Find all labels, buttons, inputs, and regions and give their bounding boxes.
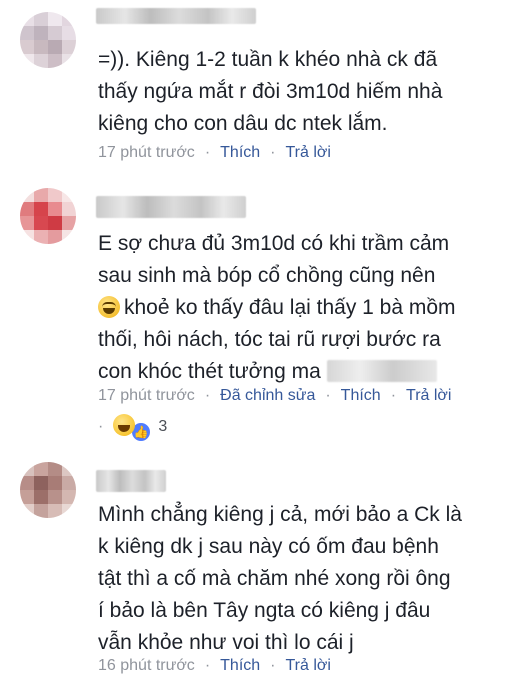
like-button[interactable]: Thích xyxy=(220,144,260,161)
comment-line: =)). Kiêng 1-2 tuần k khéo nhà ck đã xyxy=(98,48,438,71)
comment-line: E sợ chưa đủ 3m10d có khi trầm cảm xyxy=(98,232,450,255)
comment-line: tật thì a cố mà chăm nhé xong rồi ông xyxy=(98,567,451,590)
comment-line: í bảo là bên Tây ngta có kiêng j đâu xyxy=(98,599,431,622)
author-name-blurred[interactable] xyxy=(96,470,166,492)
comment-text: E sợ chưa đủ 3m10d có khi trầm cảm sau s… xyxy=(98,228,498,388)
avatar[interactable] xyxy=(20,12,76,68)
timestamp[interactable]: 17 phút trước xyxy=(98,144,195,161)
comment-line: Mình chẳng kiêng j cả, mới bảo a Ck là xyxy=(98,503,462,526)
like-button[interactable]: Thích xyxy=(341,387,381,404)
comment-line: con khóc thét tưởng ma xyxy=(98,356,498,388)
comment-line: k kiêng dk j sau này có ốm đau bệnh xyxy=(98,535,439,558)
comment-text: Mình chẳng kiêng j cả, mới bảo a Ck là k… xyxy=(98,499,498,659)
comment-line-text: khoẻ ko thấy đâu lại thấy 1 bà mồm xyxy=(124,296,456,319)
separator-dot: · xyxy=(390,387,397,404)
comment-text: =)). Kiêng 1-2 tuần k khéo nhà ck đã thấ… xyxy=(98,44,498,140)
author-name-blurred[interactable] xyxy=(96,8,256,24)
reply-button[interactable]: Trả lời xyxy=(285,144,330,161)
separator-dot: · xyxy=(270,657,276,674)
comment-meta: 17 phút trước · Đã chỉnh sửa · Thích · Trả lời xyxy=(98,386,451,406)
timestamp[interactable]: 17 phút trước xyxy=(98,387,195,404)
comment-line: sau sinh mà bóp cổ chồng cũng nên xyxy=(98,264,436,287)
separator-dot: · xyxy=(270,144,276,161)
comment-line: khoẻ ko thấy đâu lại thấy 1 bà mồm xyxy=(98,292,498,324)
separator-dot: · xyxy=(204,657,211,674)
separator-dot: · xyxy=(98,418,104,435)
avatar[interactable] xyxy=(20,462,76,518)
avatar[interactable] xyxy=(20,188,76,244)
comment-line: thối, hôi nách, tóc tai rũ rượi bước ra xyxy=(98,328,441,351)
blurred-text xyxy=(326,360,437,382)
comment-line: thấy ngứa mắt r đòi 3m10d hiếm nhà xyxy=(98,80,443,103)
reactions-summary[interactable]: · 👍 3 xyxy=(98,414,167,443)
like-button[interactable]: Thích xyxy=(220,657,260,674)
timestamp[interactable]: 16 phút trước xyxy=(98,657,195,674)
separator-dot: · xyxy=(325,387,331,404)
separator-dot: · xyxy=(204,144,211,161)
reply-button[interactable]: Trả lời xyxy=(285,657,330,674)
author-name-blurred[interactable] xyxy=(96,196,246,218)
comment-line: kiêng cho con dâu dc ntek lắm. xyxy=(98,112,388,135)
separator-dot: · xyxy=(204,387,211,404)
comment-line: vẫn khỏe như voi thì lo cái j xyxy=(98,631,354,654)
laughing-emoji-icon xyxy=(98,296,120,318)
reply-button[interactable]: Trả lời xyxy=(406,387,451,404)
comment-meta: 16 phút trước · Thích · Trả lời xyxy=(98,656,331,676)
edited-link[interactable]: Đã chỉnh sửa xyxy=(220,387,315,404)
comment-meta: 17 phút trước · Thích · Trả lời xyxy=(98,143,331,163)
comment-line-text: con khóc thét tưởng ma xyxy=(98,360,321,383)
reaction-count: 3 xyxy=(158,418,168,435)
